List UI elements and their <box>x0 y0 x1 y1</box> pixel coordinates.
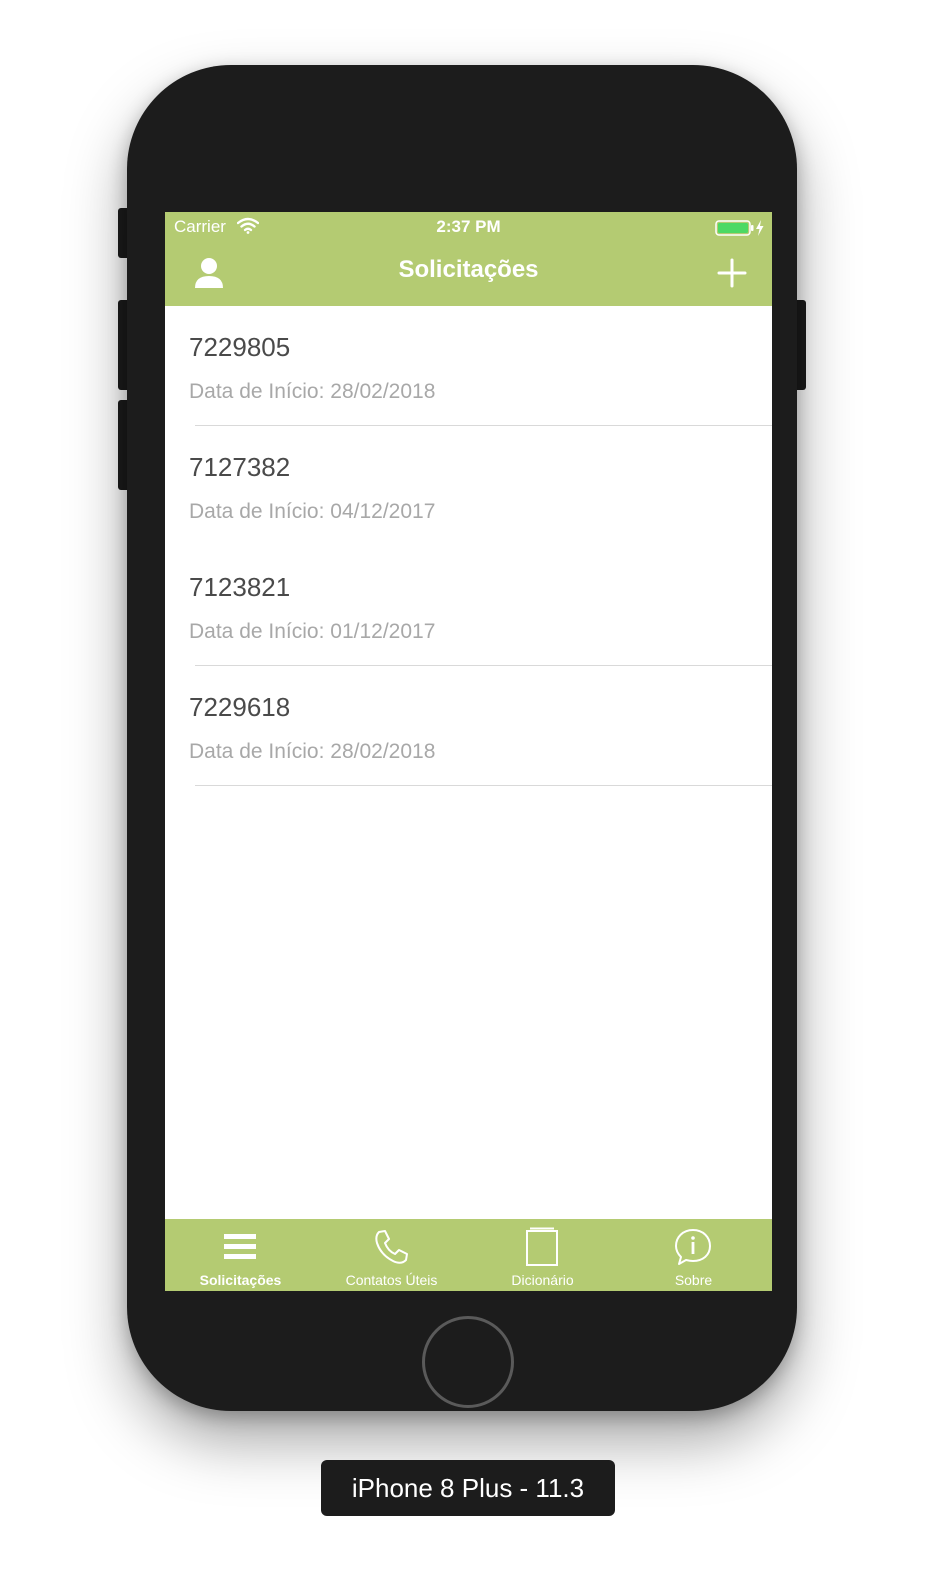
request-number: 7229805 <box>189 332 291 362</box>
tab-label: Contatos Úteis <box>345 1272 438 1288</box>
start-date-label: Data de Início: <box>189 380 325 403</box>
tab-label: Solicitações <box>199 1272 282 1288</box>
request-start-date: Data de Início: 04/12/2017 <box>189 500 435 524</box>
start-date-value: 28/02/2018 <box>330 380 436 403</box>
row-divider <box>195 785 772 786</box>
home-button[interactable] <box>422 1316 514 1408</box>
list-item[interactable]: 7229618 Data de Início: 28/02/2018 <box>165 666 772 786</box>
tab-sobre[interactable]: Sobre <box>618 1219 769 1291</box>
device-label: iPhone 8 Plus - 11.3 <box>321 1460 615 1516</box>
request-start-date: Data de Início: 28/02/2018 <box>189 740 435 764</box>
request-start-date: Data de Início: 01/12/2017 <box>189 620 435 644</box>
start-date-value: 01/12/2017 <box>330 620 436 643</box>
phone-screen: Carrier 2:37 PM Solicitações 7229805 Dat… <box>165 212 772 1291</box>
list-item[interactable]: 7123821 Data de Início: 01/12/2017 <box>165 546 772 666</box>
list-icon <box>224 1234 256 1259</box>
tab-contatos-uteis[interactable]: Contatos Úteis <box>316 1219 467 1291</box>
request-number: 7127382 <box>189 452 291 482</box>
list-item[interactable]: 7127382 Data de Início: 04/12/2017 <box>165 426 772 546</box>
tab-solicitacoes[interactable]: Solicitações <box>165 1219 316 1291</box>
battery-icon <box>715 220 765 241</box>
tab-label: Dicionário <box>511 1272 574 1288</box>
request-number: 7229618 <box>189 692 291 722</box>
page-title: Solicitações <box>398 256 539 283</box>
top-bar: Carrier 2:37 PM Solicitações <box>165 212 772 306</box>
start-date-label: Data de Início: <box>189 620 325 643</box>
tab-dicionario[interactable]: Dicionário <box>467 1219 618 1291</box>
start-date-value: 28/02/2018 <box>330 740 436 763</box>
phone-icon <box>375 1230 408 1264</box>
info-icon <box>675 1229 711 1265</box>
tab-label: Sobre <box>674 1272 713 1288</box>
start-date-label: Data de Início: <box>189 740 325 763</box>
status-bar: Carrier 2:37 PM <box>165 212 772 242</box>
status-time: 2:37 PM <box>436 217 501 236</box>
list-item[interactable]: 7229805 Data de Início: 28/02/2018 <box>165 306 772 426</box>
tab-bar: Solicitações Contatos Úteis Dicionário S… <box>165 1219 772 1291</box>
request-number: 7123821 <box>189 572 291 602</box>
start-date-label: Data de Início: <box>189 500 325 523</box>
start-date-value: 04/12/2017 <box>330 500 436 523</box>
book-icon <box>526 1227 558 1266</box>
add-icon[interactable] <box>717 258 747 288</box>
request-start-date: Data de Início: 28/02/2018 <box>189 380 435 404</box>
simulator-window: Carrier 2:37 PM Solicitações 7229805 Dat… <box>0 0 934 1594</box>
requests-list: 7229805 Data de Início: 28/02/2018 71273… <box>165 306 772 786</box>
